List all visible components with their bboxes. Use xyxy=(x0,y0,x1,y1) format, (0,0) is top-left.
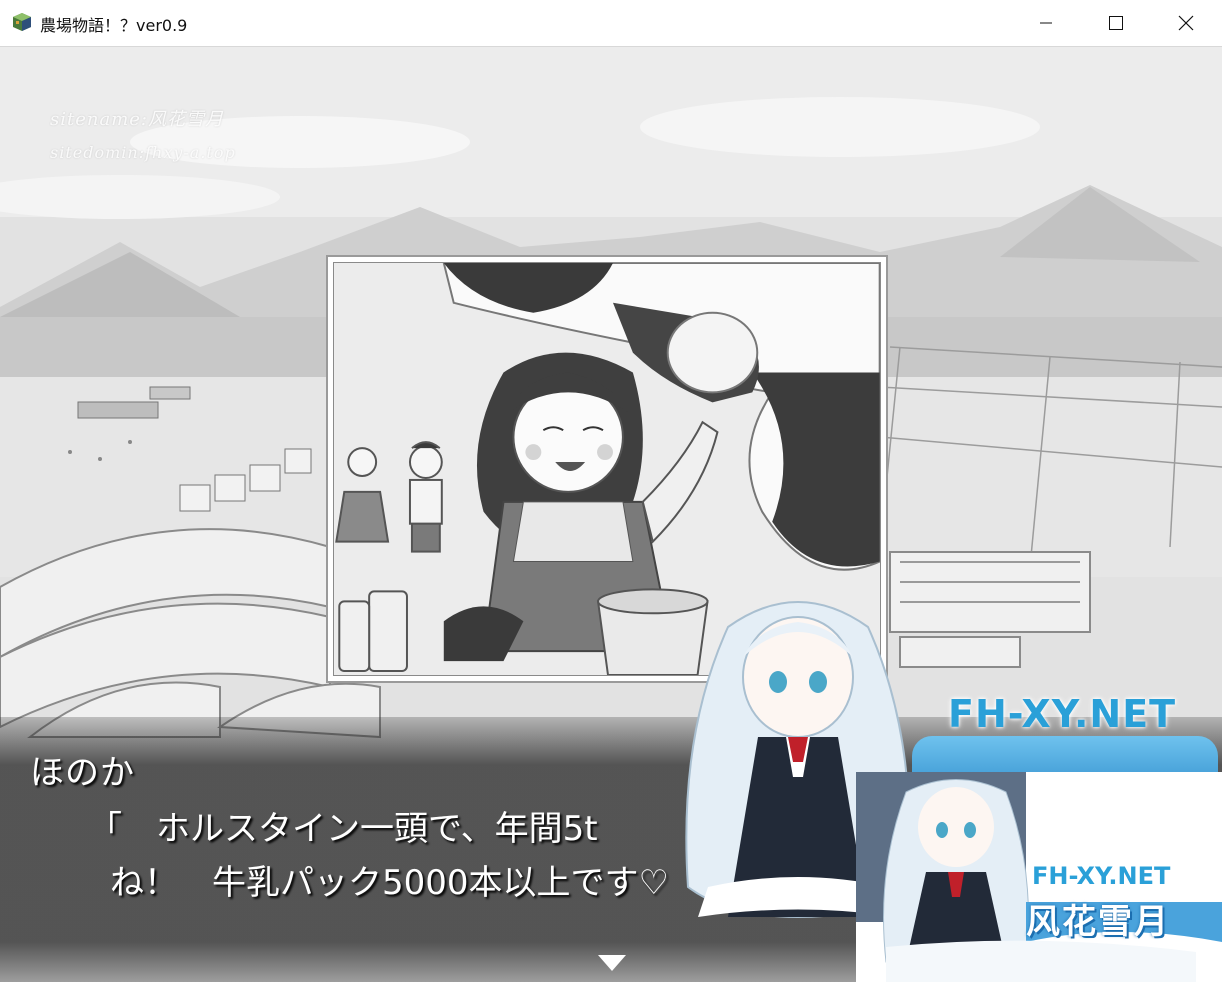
minimize-icon xyxy=(1040,22,1052,24)
dialogue-line-1: 「 ホルスタイン一頭で、年間5t xyxy=(88,809,598,849)
next-triangle-icon[interactable] xyxy=(598,955,626,971)
speaker-name: ほのか xyxy=(30,753,135,793)
window-titlebar: 農場物語！？ver0.9 xyxy=(0,0,1222,47)
maximize-button[interactable] xyxy=(1081,0,1151,46)
watermark-sitedomain: sitedomin:fhxy-a.top xyxy=(50,143,236,162)
watermark-sitename: sitename:风花雪月 xyxy=(50,109,224,130)
thumbnail-site-text: FH-XY.NET xyxy=(1032,862,1171,890)
minimize-button[interactable] xyxy=(1011,0,1081,46)
close-icon xyxy=(1178,15,1194,31)
maximize-icon xyxy=(1109,16,1123,30)
thumbnail-site-name: 风花雪月 xyxy=(1026,902,1170,942)
window-title: 農場物語！？ver0.9 xyxy=(40,16,188,35)
site-banner-text: FH-XY.NET xyxy=(948,692,1177,736)
rpg-cube-icon xyxy=(12,12,32,32)
dialogue-line-2: ね！ 牛乳パック5000本以上です♡ xyxy=(110,863,670,903)
close-button[interactable] xyxy=(1151,0,1221,46)
